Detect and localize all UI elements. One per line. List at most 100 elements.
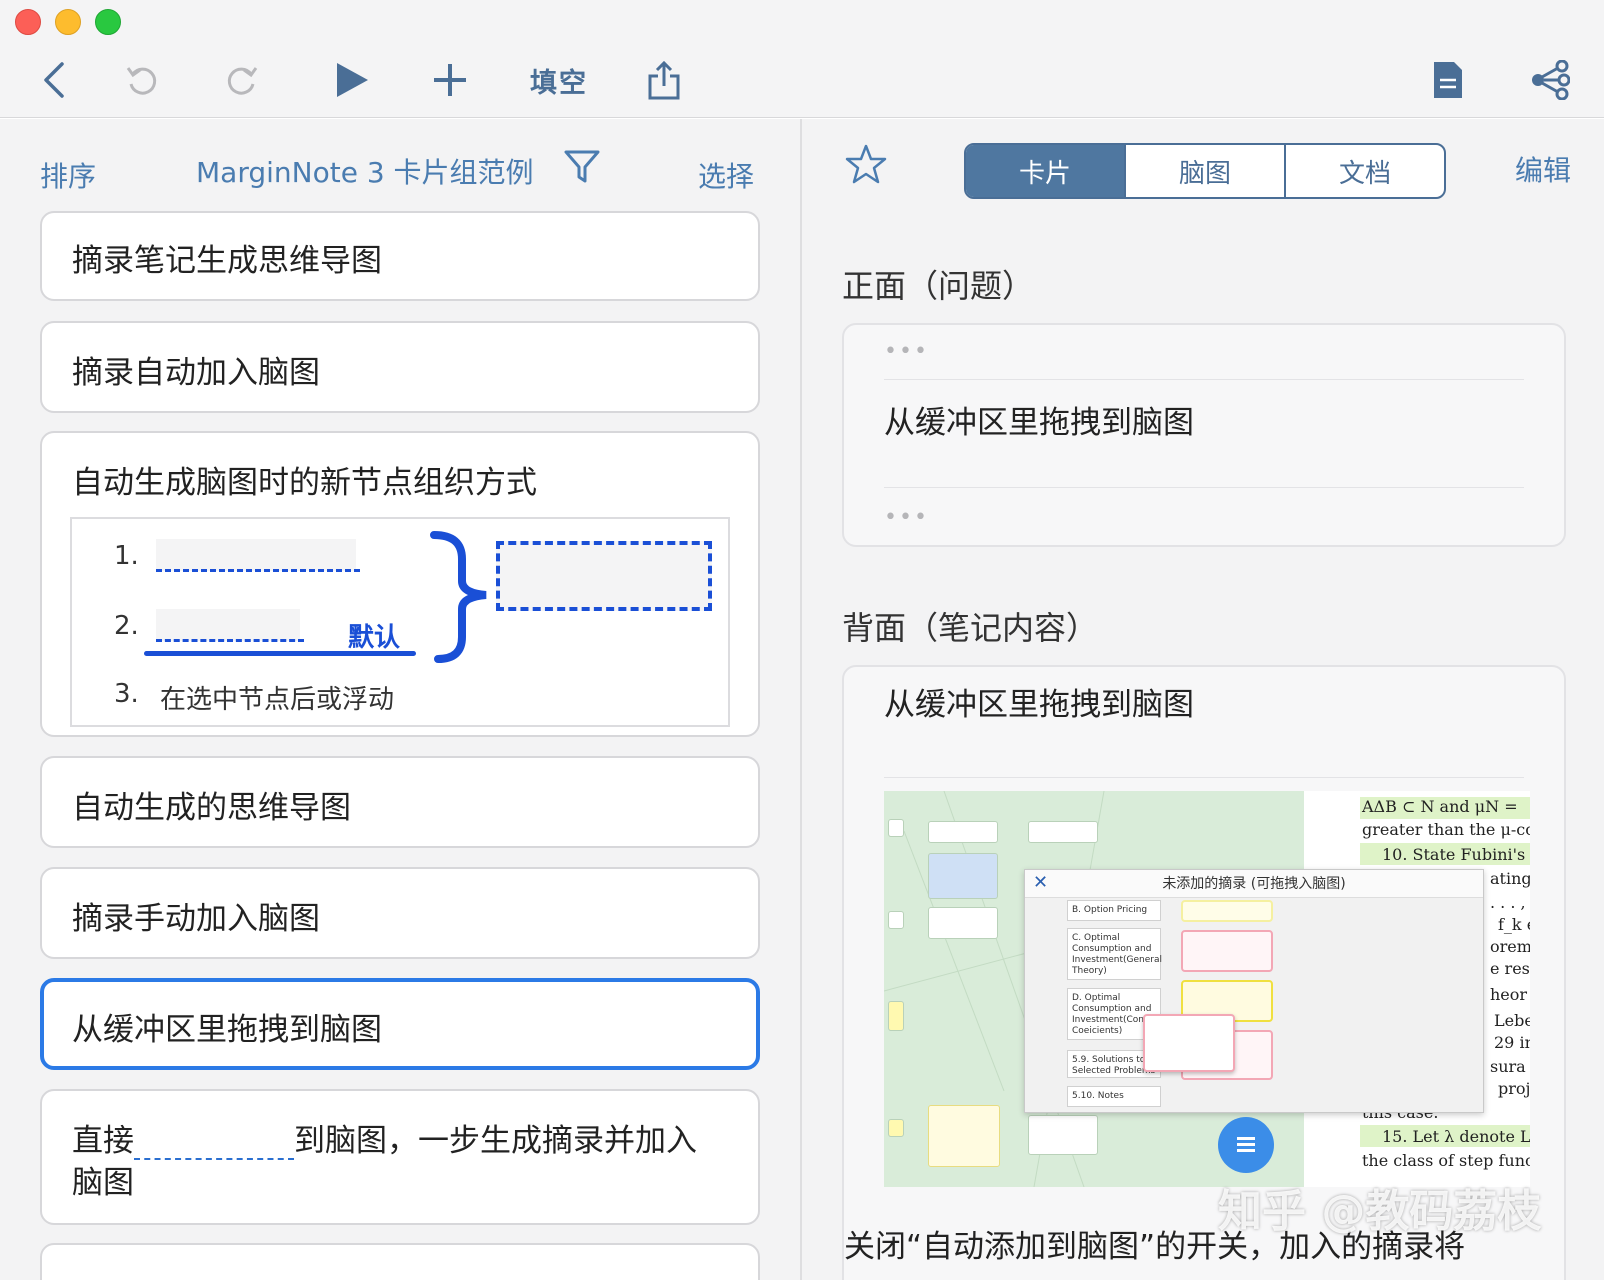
card-item[interactable]: 摘录手动加入脑图 bbox=[40, 867, 760, 959]
tab-mindmap[interactable]: 脑图 bbox=[1126, 145, 1286, 197]
card-item-label: 摘录笔记生成思维导图 bbox=[72, 243, 382, 279]
pdf-text-line: e res bbox=[1490, 959, 1530, 978]
diagram-dashed-line-2 bbox=[156, 639, 304, 642]
front-content-box[interactable]: ••• 从缓冲区里拖拽到脑图 ••• bbox=[842, 323, 1566, 547]
mindmap-node bbox=[888, 1119, 904, 1137]
card-item[interactable]: 直接 到脑图，一步生成摘录并加入 脑图 bbox=[40, 1089, 760, 1225]
more-dots-icon[interactable]: ••• bbox=[884, 339, 929, 364]
pdf-text-line: the class of step func bbox=[1362, 1151, 1530, 1170]
filter-icon bbox=[564, 150, 600, 183]
card-item-label: 自动生成的思维导图 bbox=[72, 790, 351, 826]
tab-card[interactable]: 卡片 bbox=[966, 145, 1126, 197]
undo-icon bbox=[126, 67, 157, 95]
mindmap-share-button[interactable] bbox=[1528, 56, 1572, 104]
dialog-list-item: B. Option Pricing bbox=[1067, 900, 1161, 921]
diagram-underline bbox=[144, 651, 416, 656]
sort-button[interactable]: 排序 bbox=[40, 155, 96, 195]
mindmap-node bbox=[888, 819, 904, 837]
redo-button[interactable] bbox=[220, 56, 264, 104]
document-icon bbox=[1434, 62, 1462, 98]
toolbar: 填空 bbox=[0, 0, 1604, 118]
separator bbox=[884, 379, 1524, 380]
pdf-text-line: 10. State Fubini's bbox=[1382, 845, 1526, 864]
dialog-list-item: 5.10. Notes bbox=[1067, 1086, 1161, 1107]
front-text: 从缓冲区里拖拽到脑图 bbox=[884, 405, 1194, 441]
back-button[interactable] bbox=[36, 56, 72, 104]
mindmap-node bbox=[1028, 1115, 1098, 1155]
edit-button[interactable]: 编辑 bbox=[1515, 149, 1571, 189]
unadded-excerpts-dialog: 未添加的摘录 (可拖拽入脑图) ✕ B. Option Pricing C. O… bbox=[1024, 869, 1484, 1113]
excerpt-note bbox=[1181, 930, 1273, 972]
chevron-left-icon bbox=[44, 62, 64, 98]
card-item-label: 自动生成脑图时的新节点组织方式 bbox=[72, 465, 537, 501]
excerpt-note bbox=[1181, 900, 1273, 922]
card-list-header: 排序 MarginNote 3 卡片组范例 选择 bbox=[0, 119, 800, 215]
select-button[interactable]: 选择 bbox=[698, 155, 754, 195]
card-detail-pane: 卡片 脑图 文档 编辑 正面（问题） ••• 从缓冲区里拖拽到脑图 ••• 背面… bbox=[802, 119, 1604, 1280]
minimize-window-button[interactable] bbox=[55, 9, 81, 35]
embedded-screenshot: AΔB ⊂ N and μN = greater than the μ-co 1… bbox=[884, 791, 1530, 1187]
dialog-list-item: C. Optimal Consumption and Investment(Ge… bbox=[1067, 928, 1162, 980]
document-button[interactable] bbox=[1428, 56, 1468, 104]
separator bbox=[884, 777, 1524, 778]
watermark: 知乎 @教码荔枝 bbox=[1218, 1186, 1542, 1237]
node-organization-diagram: 1. 2. 默认 3. 在选中节点后或浮动 bbox=[70, 517, 730, 727]
mindmap-node bbox=[1028, 821, 1098, 843]
share-button[interactable] bbox=[644, 56, 684, 104]
brace-icon bbox=[430, 531, 487, 663]
card-item[interactable]: 摘录自动加入脑图 bbox=[40, 321, 760, 413]
diagram-default-label: 默认 bbox=[348, 623, 401, 653]
plus-icon bbox=[434, 64, 466, 96]
pdf-text-line: AΔB ⊂ N and μN = bbox=[1362, 797, 1518, 816]
back-title: 从缓冲区里拖拽到脑图 bbox=[884, 687, 1194, 723]
card-item[interactable] bbox=[40, 1243, 760, 1280]
pdf-text-line: sura bbox=[1490, 1057, 1526, 1076]
mindmap-node bbox=[928, 907, 998, 939]
close-icon[interactable]: ✕ bbox=[1033, 872, 1048, 893]
card-item-label: 摘录手动加入脑图 bbox=[72, 901, 320, 937]
card-item-label: 直接 到脑图，一步生成摘录并加入 bbox=[72, 1115, 697, 1160]
undo-button[interactable] bbox=[120, 56, 164, 104]
redo-icon bbox=[227, 67, 258, 95]
separator bbox=[884, 487, 1524, 488]
diagram-number-3: 3. bbox=[114, 679, 139, 709]
diagram-blank-1 bbox=[156, 539, 356, 571]
mindmap-node bbox=[928, 853, 998, 899]
dragged-excerpt-note bbox=[1143, 1014, 1235, 1072]
card-item-label-line2: 脑图 bbox=[72, 1165, 134, 1201]
card-item[interactable]: 自动生成的思维导图 bbox=[40, 756, 760, 848]
view-mode-segmented-control: 卡片 脑图 文档 bbox=[964, 143, 1446, 199]
card-item[interactable]: 摘录笔记生成思维导图 bbox=[40, 211, 760, 301]
card-item-label: 从缓冲区里拖拽到脑图 bbox=[72, 1012, 382, 1048]
pdf-text-line: 29 in bbox=[1494, 1033, 1530, 1052]
mindmap-node bbox=[888, 1001, 904, 1031]
front-heading: 正面（问题） bbox=[842, 267, 1035, 305]
diagram-blank-2 bbox=[156, 609, 300, 641]
card-item[interactable]: 自动生成脑图时的新节点组织方式 1. 2. 默认 3. 在选中节点后或浮动 bbox=[40, 431, 760, 737]
pdf-text-line: 15. Let λ denote L bbox=[1382, 1127, 1530, 1146]
deck-title: MarginNote 3 卡片组范例 bbox=[196, 156, 534, 189]
play-button[interactable] bbox=[330, 56, 374, 104]
pdf-text-line: heor bbox=[1490, 985, 1528, 1004]
diagram-number-2: 2. bbox=[114, 611, 139, 641]
more-dots-icon[interactable]: ••• bbox=[884, 505, 929, 530]
diagram-target-box bbox=[496, 541, 712, 611]
mindmap-node bbox=[928, 821, 998, 843]
tab-document[interactable]: 文档 bbox=[1286, 145, 1444, 197]
card-item-label: 摘录自动加入脑图 bbox=[72, 355, 320, 391]
add-button[interactable] bbox=[428, 56, 472, 104]
filter-button[interactable] bbox=[564, 149, 600, 189]
diagram-item-3: 在选中节点后或浮动 bbox=[160, 685, 395, 715]
back-heading: 背面（笔记内容） bbox=[842, 609, 1099, 647]
zoom-window-button[interactable] bbox=[95, 9, 121, 35]
pdf-text-line: . . . , bbox=[1490, 893, 1526, 912]
favorite-button[interactable] bbox=[844, 143, 888, 189]
card-text-after: 到脑图，一步生成摘录并加入 bbox=[294, 1123, 697, 1159]
dialog-title: 未添加的摘录 (可拖拽入脑图) bbox=[1025, 870, 1483, 898]
card-item-selected[interactable]: 从缓冲区里拖拽到脑图 bbox=[40, 978, 760, 1070]
pdf-text-line: f_k e bbox=[1498, 915, 1530, 934]
mindmap-node bbox=[928, 1105, 1000, 1167]
close-window-button[interactable] bbox=[15, 9, 41, 35]
cloze-blank bbox=[134, 1132, 294, 1160]
cloze-button[interactable]: 填空 bbox=[524, 56, 594, 104]
